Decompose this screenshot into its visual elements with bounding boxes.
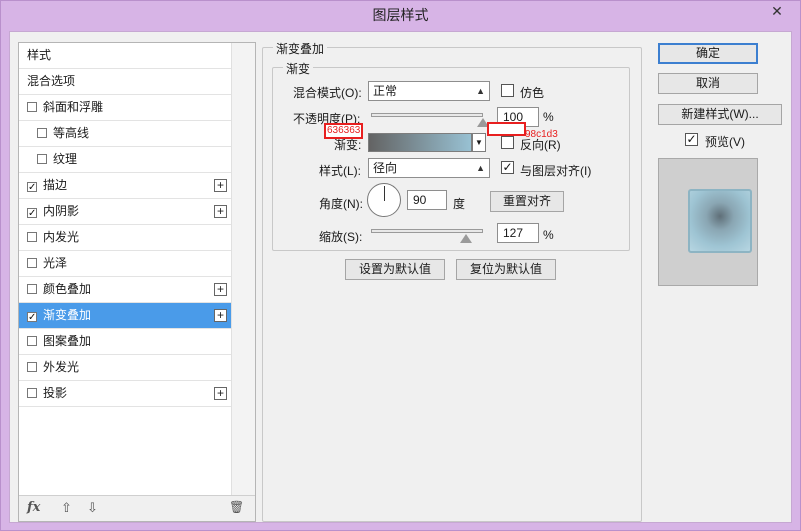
sidebar-item-label: 描边	[43, 178, 68, 192]
angle-input[interactable]: 90	[407, 190, 447, 210]
reverse-checkbox[interactable]	[501, 136, 514, 149]
sidebar-scrollbar[interactable]	[231, 43, 255, 497]
styles-list: 样式混合选项斜面和浮雕等高线纹理 ✓ 描边 + ✓ 内阴影 + 内发光光泽颜色叠加 + ✓ 渐变叠加…	[19, 43, 231, 407]
sidebar-item-checkbox[interactable]	[37, 128, 47, 138]
sidebar-toolbar: fx ⇧ ⇩ 🗑	[19, 495, 255, 521]
sidebar-item[interactable]: 图案叠加	[19, 329, 231, 355]
add-effect-icon[interactable]: +	[214, 205, 227, 218]
sidebar-item-checkbox[interactable]	[27, 388, 37, 398]
dither-checkbox[interactable]	[501, 84, 514, 97]
sidebar-item[interactable]: 内发光	[19, 225, 231, 251]
reset-default-button[interactable]: 复位为默认值	[456, 259, 556, 280]
sidebar-item-checkbox[interactable]	[27, 284, 37, 294]
close-button[interactable]: ✕	[762, 1, 792, 21]
sidebar-item-checkbox[interactable]	[27, 102, 37, 112]
sidebar-item[interactable]: 斜面和浮雕	[19, 95, 231, 121]
gradient-overlay-title: 渐变叠加	[273, 40, 328, 57]
sidebar-item[interactable]: ✓ 渐变叠加 +	[19, 303, 231, 329]
add-effect-icon[interactable]: +	[214, 283, 227, 296]
sidebar-item-label: 颜色叠加	[43, 282, 92, 296]
layer-style-dialog: 图层样式 ✕ 样式混合选项斜面和浮雕等高线纹理 ✓ 描边 + ✓ 内阴影 + 内发光光泽颜色叠…	[0, 0, 801, 531]
scale-input[interactable]: 127	[497, 223, 539, 243]
angle-unit: 度	[453, 197, 466, 211]
blend-mode-value: 正常	[373, 84, 398, 98]
sidebar-item-checkbox[interactable]: ✓	[27, 182, 37, 193]
sidebar-item-label: 斜面和浮雕	[43, 100, 104, 114]
gradient-swatch[interactable]	[368, 133, 472, 152]
select-arrows-icon: ▲	[476, 86, 485, 96]
sidebar-item[interactable]: 外发光	[19, 355, 231, 381]
reset-align-button[interactable]: 重置对齐	[490, 191, 564, 212]
styles-sidebar: 样式混合选项斜面和浮雕等高线纹理 ✓ 描边 + ✓ 内阴影 + 内发光光泽颜色叠加 + ✓ 渐变叠加…	[18, 42, 256, 522]
sidebar-item-checkbox[interactable]: ✓	[27, 208, 37, 219]
new-style-button[interactable]: 新建样式(W)...	[658, 104, 782, 125]
preview-checkbox[interactable]: ✓	[685, 133, 698, 146]
sidebar-item-checkbox[interactable]	[27, 258, 37, 268]
sidebar-item-label: 样式	[27, 48, 52, 62]
sidebar-item-label: 纹理	[53, 152, 78, 166]
sidebar-item-checkbox[interactable]	[27, 362, 37, 372]
sidebar-item[interactable]: 纹理	[19, 147, 231, 173]
sidebar-item-label: 光泽	[43, 256, 68, 270]
sidebar-item-label: 图案叠加	[43, 334, 92, 348]
move-down-icon[interactable]: ⇩	[87, 500, 98, 516]
trash-icon[interactable]: 🗑	[229, 500, 244, 514]
sidebar-item-label: 外发光	[43, 360, 80, 374]
sidebar-item[interactable]: 混合选项	[19, 69, 231, 95]
sidebar-item-label: 等高线	[53, 126, 90, 140]
style-value: 径向	[373, 161, 398, 175]
sidebar-item[interactable]: 光泽	[19, 251, 231, 277]
sidebar-item[interactable]: 等高线	[19, 121, 231, 147]
angle-needle	[384, 186, 385, 201]
opacity-unit: %	[543, 110, 554, 124]
sidebar-item-label: 内发光	[43, 230, 80, 244]
set-default-button[interactable]: 设置为默认值	[345, 259, 445, 280]
align-with-layer-checkbox[interactable]: ✓	[501, 161, 514, 174]
sidebar-item[interactable]: 样式	[19, 43, 231, 69]
align-with-layer-label: 与图层对齐(I)	[520, 164, 592, 178]
style-label: 样式(L):	[319, 164, 362, 178]
scale-unit: %	[543, 228, 554, 242]
sidebar-item-checkbox[interactable]	[27, 336, 37, 346]
window-title: 图层样式	[372, 7, 429, 23]
scale-slider[interactable]	[371, 229, 483, 233]
add-effect-icon[interactable]: +	[214, 309, 227, 322]
sidebar-item-checkbox[interactable]: ✓	[27, 312, 37, 323]
gradient-dropdown-arrow-icon[interactable]: ▼	[472, 133, 486, 152]
color-annotation-start: 636363	[324, 123, 364, 139]
angle-label: 角度(N):	[319, 197, 363, 211]
sidebar-item[interactable]: 颜色叠加 +	[19, 277, 231, 303]
cancel-button[interactable]: 取消	[658, 73, 758, 94]
blend-mode-label: 混合模式(O):	[293, 86, 362, 100]
opacity-slider[interactable]	[371, 113, 483, 117]
fx-icon[interactable]: fx	[27, 500, 40, 515]
sidebar-item[interactable]: ✓ 内阴影 +	[19, 199, 231, 225]
style-preview	[658, 158, 758, 286]
blend-mode-select[interactable]: 正常 ▲	[368, 81, 490, 101]
sidebar-item-label: 投影	[43, 386, 68, 400]
sidebar-item-checkbox[interactable]	[27, 232, 37, 242]
add-effect-icon[interactable]: +	[214, 387, 227, 400]
gradient-subgroup-title: 渐变	[283, 60, 314, 77]
scale-label: 缩放(S):	[319, 230, 363, 244]
sidebar-item-label: 渐变叠加	[43, 308, 92, 322]
dither-label: 仿色	[520, 86, 545, 100]
sidebar-item-checkbox[interactable]	[37, 154, 47, 164]
move-up-icon[interactable]: ⇧	[61, 500, 72, 516]
select-arrows-icon: ▲	[476, 163, 485, 173]
preview-label: 预览(V)	[705, 135, 745, 149]
ok-button[interactable]: 确定	[658, 43, 758, 64]
sidebar-item[interactable]: 投影 +	[19, 381, 231, 407]
add-effect-icon[interactable]: +	[214, 179, 227, 192]
preview-thumbnail	[688, 189, 752, 253]
color-annotation-end: 98c1d3	[525, 129, 558, 140]
style-select[interactable]: 径向 ▲	[368, 158, 490, 178]
sidebar-item-label: 内阴影	[43, 204, 80, 218]
sidebar-item[interactable]: ✓ 描边 +	[19, 173, 231, 199]
angle-dial[interactable]	[367, 183, 401, 217]
sidebar-item-label: 混合选项	[27, 74, 76, 88]
annotation-box	[487, 122, 526, 136]
scale-slider-thumb[interactable]	[459, 234, 472, 243]
